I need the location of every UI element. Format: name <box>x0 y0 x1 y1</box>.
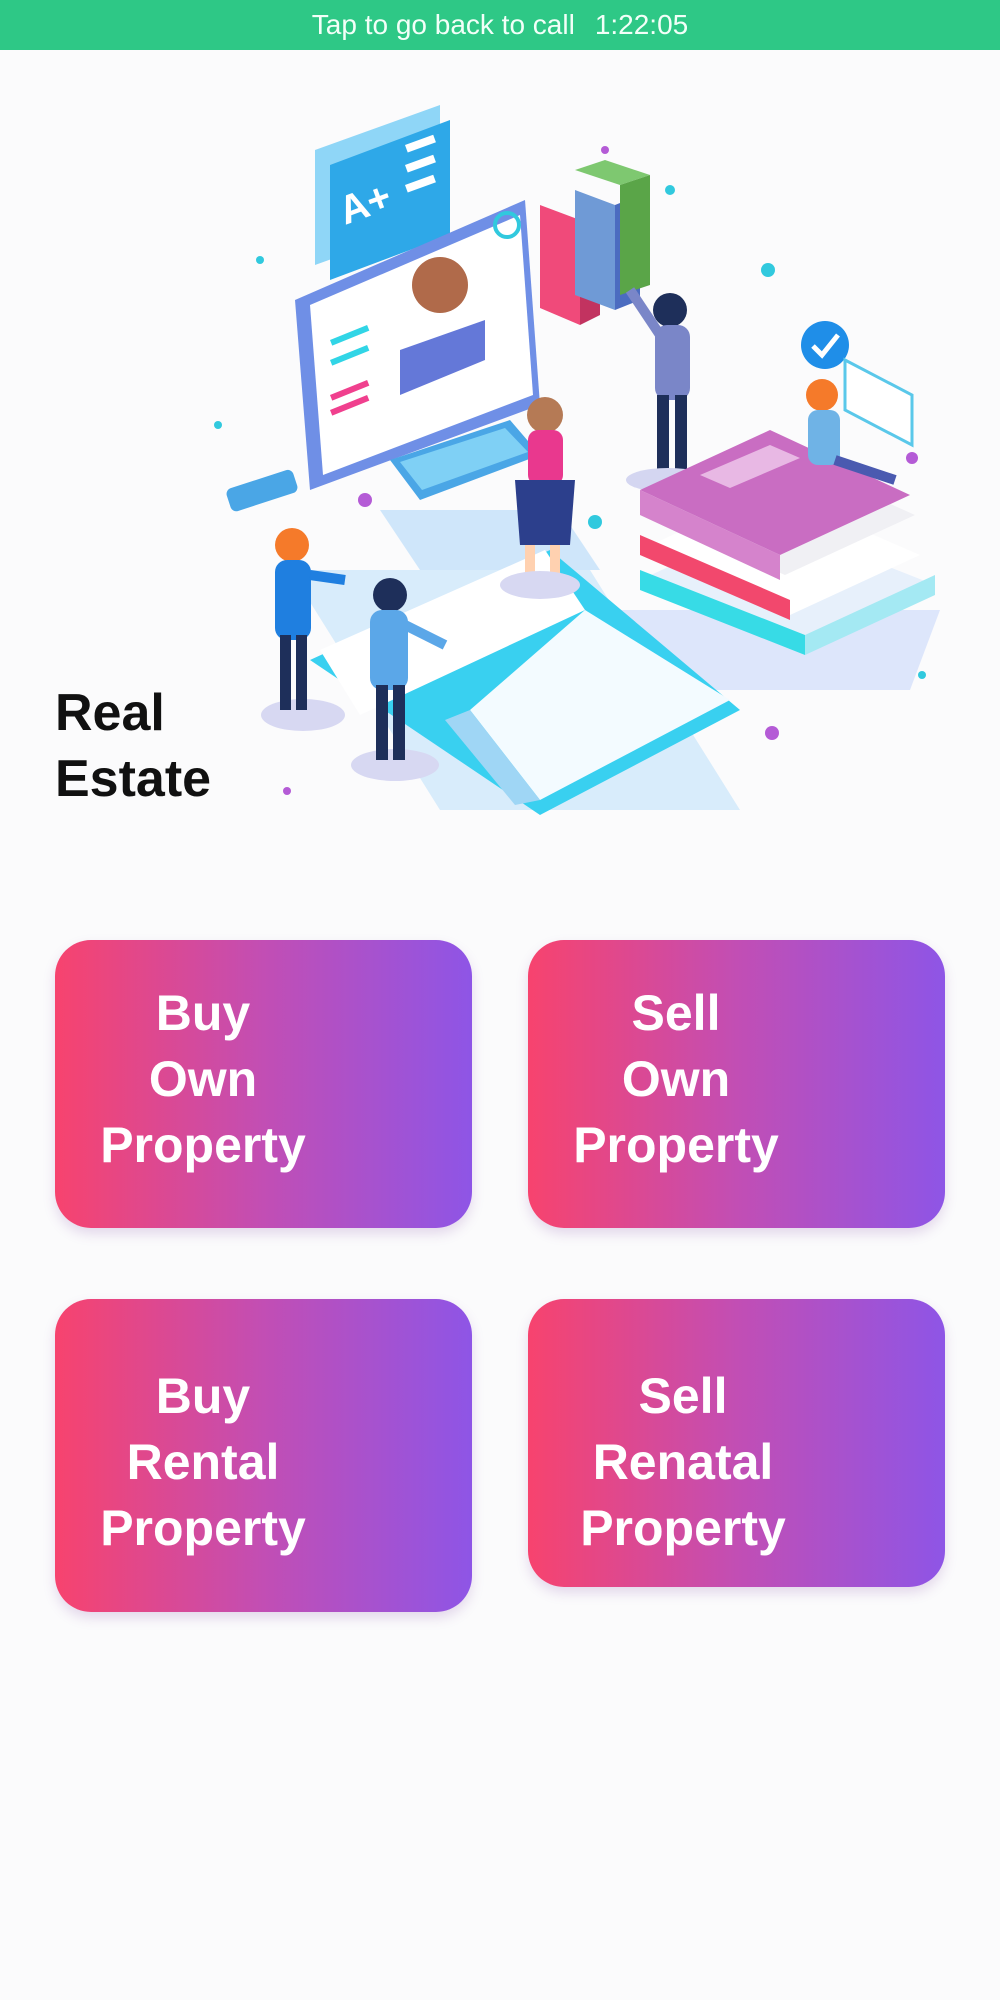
sell-own-property-button[interactable]: Sell Own Property <box>528 940 945 1228</box>
app-title: Real Estate <box>55 684 212 808</box>
person-reaching <box>625 287 710 492</box>
return-to-call-text: Tap to go back to call <box>311 9 575 40</box>
buy-rental-property-button[interactable]: Buy Rental Property <box>55 1299 472 1612</box>
sell-rental-property-button[interactable]: Sell Renatal Property <box>528 1299 945 1587</box>
buy-rental-property-label: Buy Rental Property <box>100 1368 306 1556</box>
call-timer: 1:22:05 <box>594 9 689 40</box>
buy-own-property-button[interactable]: Buy Own Property <box>55 940 472 1228</box>
return-to-call-bar[interactable]: Tap to go back to call 1:22:05 <box>0 0 1000 50</box>
sell-rental-property-label: Sell Renatal Property <box>580 1368 786 1556</box>
buy-own-property-label: Buy Own Property <box>100 985 306 1173</box>
sell-own-property-label: Sell Own Property <box>573 985 779 1173</box>
